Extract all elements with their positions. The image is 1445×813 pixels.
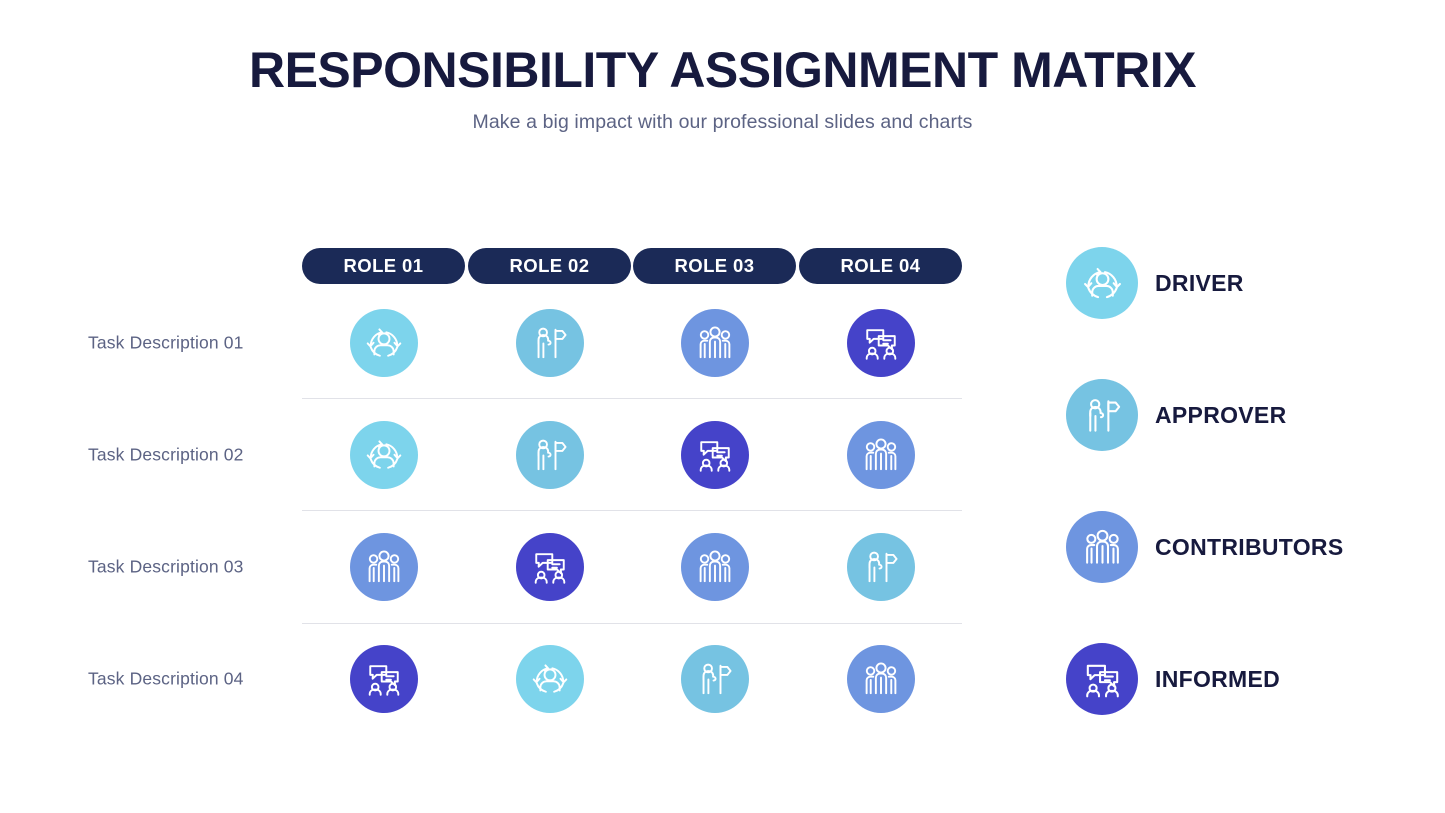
legend-item-driver[interactable]: DRIVER (1066, 247, 1244, 319)
matrix-cell-r3-c1-contributors[interactable] (350, 533, 418, 601)
legend-label-informed: INFORMED (1155, 666, 1280, 693)
speech-bubbles-people-icon (859, 321, 903, 365)
matrix-cell-r4-c4-contributors[interactable] (847, 645, 915, 713)
slide-root: RESPONSIBILITY ASSIGNMENT MATRIX Make a … (0, 0, 1445, 813)
column-header-role-1[interactable]: ROLE 01 (302, 248, 465, 284)
matrix-cell-r1-c4-informed[interactable] (847, 309, 915, 377)
person-cycle-icon (362, 321, 406, 365)
column-header-role-3[interactable]: ROLE 03 (633, 248, 796, 284)
speech-bubbles-people-icon (693, 433, 737, 477)
matrix-cell-r4-c3-approver[interactable] (681, 645, 749, 713)
legend-item-informed[interactable]: INFORMED (1066, 643, 1280, 715)
matrix-cell-r2-c3-informed[interactable] (681, 421, 749, 489)
row-label-task-2: Task Description 02 (88, 445, 318, 466)
column-header-role-2[interactable]: ROLE 02 (468, 248, 631, 284)
matrix-cell-r3-c4-approver[interactable] (847, 533, 915, 601)
row-label-task-1: Task Description 01 (88, 333, 318, 354)
person-cycle-icon (362, 433, 406, 477)
person-flag-icon (528, 433, 572, 477)
matrix-cell-r4-c2-driver[interactable] (516, 645, 584, 713)
people-group-icon (693, 321, 737, 365)
matrix-column-headers: ROLE 01ROLE 02ROLE 03ROLE 04 (302, 248, 962, 284)
row-divider-1 (302, 398, 962, 399)
matrix-cell-r1-c2-approver[interactable] (516, 309, 584, 377)
speech-bubbles-people-icon (362, 657, 406, 701)
speech-bubbles-people-icon (528, 545, 572, 589)
matrix-cell-r2-c2-approver[interactable] (516, 421, 584, 489)
people-group-icon (859, 433, 903, 477)
matrix-cell-r3-c2-informed[interactable] (516, 533, 584, 601)
person-flag-icon (859, 545, 903, 589)
matrix-cell-r1-c3-contributors[interactable] (681, 309, 749, 377)
row-divider-3 (302, 623, 962, 624)
matrix-cell-r2-c1-driver[interactable] (350, 421, 418, 489)
person-flag-icon (1066, 379, 1138, 451)
person-flag-icon (528, 321, 572, 365)
people-group-icon (859, 657, 903, 701)
row-label-task-3: Task Description 03 (88, 557, 318, 578)
legend-label-approver: APPROVER (1155, 402, 1286, 429)
legend-item-contributors[interactable]: CONTRIBUTORS (1066, 511, 1343, 583)
person-cycle-icon (528, 657, 572, 701)
matrix-cell-r3-c3-contributors[interactable] (681, 533, 749, 601)
people-group-icon (693, 545, 737, 589)
people-group-icon (362, 545, 406, 589)
row-divider-2 (302, 510, 962, 511)
matrix-cell-r4-c1-informed[interactable] (350, 645, 418, 713)
legend-item-approver[interactable]: APPROVER (1066, 379, 1286, 451)
people-group-icon (1066, 511, 1138, 583)
matrix-cell-r2-c4-contributors[interactable] (847, 421, 915, 489)
legend-label-driver: DRIVER (1155, 270, 1244, 297)
speech-bubbles-people-icon (1066, 643, 1138, 715)
legend-label-contributors: CONTRIBUTORS (1155, 534, 1343, 561)
column-header-role-4[interactable]: ROLE 04 (799, 248, 962, 284)
row-label-task-4: Task Description 04 (88, 669, 318, 690)
person-cycle-icon (1066, 247, 1138, 319)
person-flag-icon (693, 657, 737, 701)
matrix-cell-r1-c1-driver[interactable] (350, 309, 418, 377)
